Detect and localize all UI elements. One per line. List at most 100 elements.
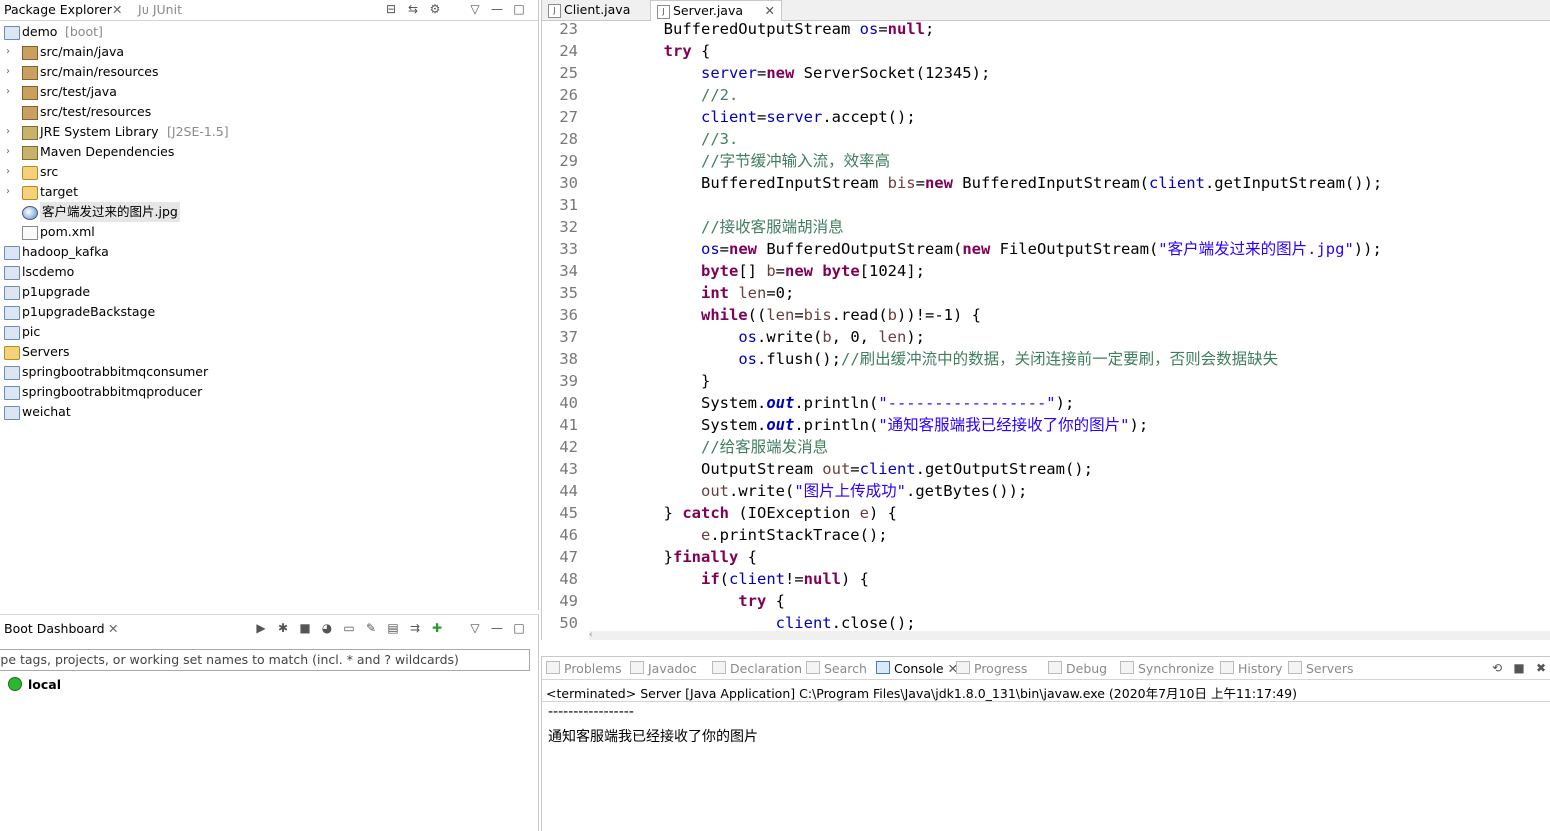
tree-item[interactable]: weichat: [0, 402, 538, 422]
boot-dashboard-view: Boot Dashboard ✕ ▶ ✱ ■ ◕ ▭ ✎ ▤ ⇉ ✚ ▽ — □…: [0, 614, 539, 831]
remove-all-icon[interactable]: ✖: [1534, 661, 1548, 675]
tab-package-explorer[interactable]: Package Explorer: [4, 2, 112, 17]
tree-item[interactable]: demo [boot]: [0, 22, 538, 42]
package-folder-icon: [22, 106, 38, 120]
tree-item[interactable]: src/test/resources: [0, 102, 538, 122]
tab-client-java[interactable]: J Client.java: [542, 0, 660, 20]
tab-history[interactable]: History: [1220, 661, 1282, 676]
edit-icon[interactable]: ✎: [364, 621, 378, 635]
horizontal-scrollbar[interactable]: ‹: [589, 631, 1550, 640]
code-line[interactable]: 36 while((len=bis.read(b))!=-1) {: [542, 304, 1550, 326]
code-line[interactable]: 48 if(client!=null) {: [542, 568, 1550, 590]
open-browser-icon[interactable]: ◕: [320, 621, 334, 635]
add-icon[interactable]: ✚: [430, 621, 444, 635]
expand-arrow-icon[interactable]: ›: [6, 182, 16, 202]
close-icon[interactable]: ✕: [108, 621, 118, 636]
code-line[interactable]: 39 }: [542, 370, 1550, 392]
expand-arrow-icon[interactable]: ›: [6, 162, 16, 182]
tree-item[interactable]: p1upgradeBackstage: [0, 302, 538, 322]
tab-problems[interactable]: Problems: [546, 661, 622, 676]
tab-javadoc[interactable]: Javadoc: [630, 661, 697, 676]
expand-arrow-icon[interactable]: ›: [6, 42, 16, 62]
code-line[interactable]: 27 client=server.accept();: [542, 106, 1550, 128]
console-icon[interactable]: ▭: [342, 621, 356, 635]
tree-item[interactable]: hadoop_kafka: [0, 242, 538, 262]
code-line[interactable]: 44 out.write("图片上传成功".getBytes());: [542, 480, 1550, 502]
minimize-icon[interactable]: —: [490, 2, 504, 16]
tree-item[interactable]: Servers: [0, 342, 538, 362]
tree-item[interactable]: › src/main/resources: [0, 62, 538, 82]
tree-item[interactable]: pic: [0, 322, 538, 342]
code-line[interactable]: 34 byte[] b=new byte[1024];: [542, 260, 1550, 282]
tab-servers[interactable]: Servers: [1288, 661, 1354, 676]
code-line[interactable]: 26 //2.: [542, 84, 1550, 106]
code-line[interactable]: 38 os.flush();//刷出缓冲流中的数据，关闭连接前一定要刷，否则会数…: [542, 348, 1550, 370]
code-line[interactable]: 42 //给客服端发消息: [542, 436, 1550, 458]
line-number: 39: [559, 372, 578, 390]
view-menu-icon[interactable]: ▽: [468, 2, 482, 16]
code-editor[interactable]: 23 BufferedOutputStream os=null; 24 try {…: [542, 18, 1550, 634]
code-line[interactable]: 32 //接收客服端胡消息: [542, 216, 1550, 238]
code-line[interactable]: 33 os=new BufferedOutputStream(new FileO…: [542, 238, 1550, 260]
tree-item[interactable]: › src: [0, 162, 538, 182]
code-line[interactable]: 47 }finally {: [542, 546, 1550, 568]
tab-search[interactable]: Search: [806, 661, 867, 676]
tree-item[interactable]: › target: [0, 182, 538, 202]
collapse-all-icon[interactable]: ⊟: [384, 2, 398, 16]
tab-junit[interactable]: Jᴜ JUnit: [138, 2, 182, 17]
code-line[interactable]: 31: [542, 194, 1550, 216]
minimize-icon[interactable]: —: [490, 621, 504, 635]
expand-arrow-icon[interactable]: ›: [6, 62, 16, 82]
code-line[interactable]: 23 BufferedOutputStream os=null;: [542, 18, 1550, 40]
maximize-icon[interactable]: □: [512, 621, 526, 635]
tree-item[interactable]: › JRE System Library [J2SE-1.5]: [0, 122, 538, 142]
maximize-icon[interactable]: □: [512, 2, 526, 16]
tab-debug[interactable]: Debug: [1048, 661, 1107, 676]
tree-item[interactable]: lscdemo: [0, 262, 538, 282]
tree-item[interactable]: 客户端发过来的图片.jpg: [0, 202, 538, 222]
tree-item[interactable]: pom.xml: [0, 222, 538, 242]
deploy-icon[interactable]: ⇉: [408, 621, 422, 635]
code-line[interactable]: 40 System.out.println("-----------------…: [542, 392, 1550, 414]
filter-input[interactable]: ype tags, projects, or working set names…: [0, 649, 530, 671]
tree-item[interactable]: springbootrabbitmqproducer: [0, 382, 538, 402]
code-text: System.out.println("通知客服端我已经接收了你的图片");: [589, 416, 1149, 434]
remove-launch-icon[interactable]: ⟲: [1490, 661, 1504, 675]
tree-item[interactable]: › src/main/java: [0, 42, 538, 62]
tree-item[interactable]: › src/test/java: [0, 82, 538, 102]
code-line[interactable]: 24 try {: [542, 40, 1550, 62]
filter-icon[interactable]: ⚙: [428, 2, 442, 16]
tab-boot-dashboard[interactable]: Boot Dashboard: [4, 621, 105, 636]
tab-synchronize[interactable]: Synchronize: [1120, 661, 1214, 676]
start-icon[interactable]: ▶: [254, 621, 268, 635]
code-line[interactable]: 35 int len=0;: [542, 282, 1550, 304]
debug-icon[interactable]: ✱: [276, 621, 290, 635]
tree-item-label: src/main/java: [40, 44, 125, 59]
stop-icon[interactable]: ■: [298, 621, 312, 635]
link-with-editor-icon[interactable]: ⇆: [406, 2, 420, 16]
code-line[interactable]: 30 BufferedInputStream bis=new BufferedI…: [542, 172, 1550, 194]
code-line[interactable]: 41 System.out.println("通知客服端我已经接收了你的图片")…: [542, 414, 1550, 436]
view-menu-icon[interactable]: ▽: [468, 621, 482, 635]
expand-arrow-icon[interactable]: ›: [6, 82, 16, 102]
tree-item[interactable]: p1upgrade: [0, 282, 538, 302]
expand-arrow-icon[interactable]: ›: [6, 142, 16, 162]
expand-arrow-icon[interactable]: ›: [6, 122, 16, 142]
local-target-item[interactable]: local: [8, 677, 61, 692]
code-line[interactable]: 29 //字节缓冲输入流，效率高: [542, 150, 1550, 172]
terminate-icon[interactable]: ■: [1512, 661, 1526, 675]
tab-progress[interactable]: Progress: [956, 661, 1027, 676]
close-icon[interactable]: ✕: [112, 2, 122, 17]
tree-item[interactable]: › Maven Dependencies: [0, 142, 538, 162]
code-line[interactable]: 46 e.printStackTrace();: [542, 524, 1550, 546]
tab-declaration[interactable]: Declaration: [712, 661, 802, 676]
tree-item[interactable]: springbootrabbitmqconsumer: [0, 362, 538, 382]
code-line[interactable]: 45 } catch (IOException e) {: [542, 502, 1550, 524]
tab-console[interactable]: Console ✕: [876, 661, 958, 676]
code-line[interactable]: 43 OutputStream out=client.getOutputStre…: [542, 458, 1550, 480]
code-line[interactable]: 49 try {: [542, 590, 1550, 612]
code-line[interactable]: 25 server=new ServerSocket(12345);: [542, 62, 1550, 84]
code-line[interactable]: 28 //3.: [542, 128, 1550, 150]
code-line[interactable]: 37 os.write(b, 0, len);: [542, 326, 1550, 348]
properties-icon[interactable]: ▤: [386, 621, 400, 635]
